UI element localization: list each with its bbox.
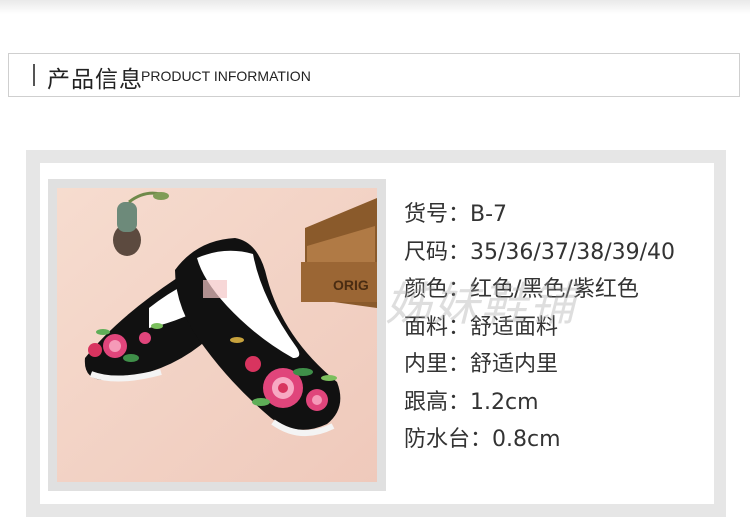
spec-value: 35/36/37/38/39/40 <box>470 239 676 265</box>
spec-item-platform: 防水台：0.8cm <box>404 421 675 459</box>
spec-label: 货号： <box>404 202 471 227</box>
spec-label: 跟高： <box>404 389 471 415</box>
spec-item-lining: 内里：舒适内里 <box>404 346 675 384</box>
top-shadow <box>0 0 750 14</box>
section-title-cn: 产品信息 <box>47 67 143 93</box>
section-header: 产品信息 PRODUCT INFORMATION <box>8 53 740 97</box>
watermark-text: 姊妹鞋铺 <box>385 277 577 331</box>
product-photo: ORIG <box>57 188 377 482</box>
spec-item-heel-height: 跟高：1.2cm <box>404 384 675 422</box>
spec-label: 内里： <box>404 352 471 377</box>
spec-label: 防水台： <box>404 427 493 452</box>
spec-item-size: 尺码：35/36/37/38/39/40 <box>404 234 675 272</box>
embroidered-shoes-icon: ORIG <box>57 188 377 482</box>
spec-value: 0.8cm <box>492 427 561 452</box>
spec-item-style-number: 货号：B-7 <box>404 196 675 234</box>
spec-value: 舒适内里 <box>470 352 559 377</box>
section-title-en: PRODUCT INFORMATION <box>141 68 311 84</box>
spec-value: 1.2cm <box>470 389 539 415</box>
spec-label: 尺码： <box>404 239 471 265</box>
box-text: ORIG <box>333 277 369 293</box>
spec-value: B-7 <box>470 202 508 227</box>
header-accent-bar <box>33 64 35 86</box>
